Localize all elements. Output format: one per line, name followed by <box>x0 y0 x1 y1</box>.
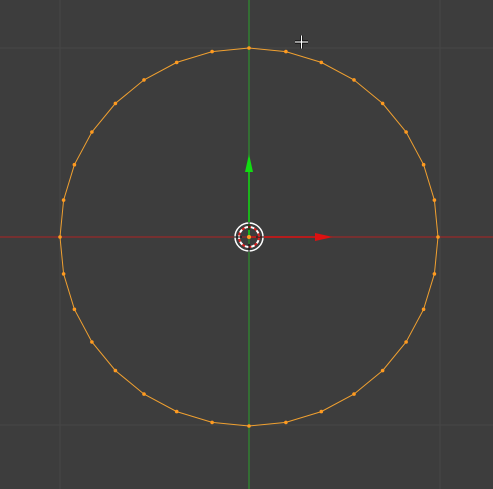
crosshair-cursor-icon <box>295 35 308 49</box>
translate-manipulator[interactable] <box>245 154 333 241</box>
mesh-vertex[interactable] <box>352 78 356 82</box>
mesh-vertex[interactable] <box>284 420 288 425</box>
viewport-canvas[interactable] <box>0 0 493 489</box>
mesh-vertex[interactable] <box>142 78 146 82</box>
mesh-vertex[interactable] <box>113 101 118 106</box>
mesh-vertex[interactable] <box>380 101 385 106</box>
y-handle-arrow-icon[interactable] <box>245 154 253 172</box>
mesh-vertex[interactable] <box>421 162 426 167</box>
mesh-vertex[interactable] <box>421 307 426 312</box>
mesh-vertex[interactable] <box>113 368 118 373</box>
mesh-vertex[interactable] <box>247 46 251 50</box>
mesh-vertex[interactable] <box>352 392 356 396</box>
mesh-vertex[interactable] <box>174 409 179 414</box>
mesh-vertex[interactable] <box>284 49 288 54</box>
mesh-vertex[interactable] <box>90 130 94 134</box>
mesh-vertex[interactable] <box>174 60 179 65</box>
mesh-vertex[interactable] <box>247 424 251 428</box>
mesh-vertex[interactable] <box>61 198 66 202</box>
3d-cursor-icon <box>234 222 264 252</box>
mesh-vertex[interactable] <box>380 368 385 373</box>
mesh-vertex[interactable] <box>404 130 408 134</box>
mesh-vertex[interactable] <box>432 272 437 276</box>
mesh-vertex[interactable] <box>142 392 146 396</box>
mesh-vertex[interactable] <box>72 162 77 167</box>
3d-viewport[interactable] <box>0 0 493 489</box>
mesh-vertex[interactable] <box>61 272 66 276</box>
mesh-vertex[interactable] <box>436 235 440 239</box>
mesh-vertex[interactable] <box>72 307 77 312</box>
mesh-vertex[interactable] <box>404 340 408 344</box>
mesh-vertex[interactable] <box>319 409 324 414</box>
mesh-vertex[interactable] <box>319 60 324 65</box>
mesh-vertex[interactable] <box>210 49 214 54</box>
background-grid <box>0 0 493 489</box>
x-handle-arrow-icon[interactable] <box>315 233 333 241</box>
mesh-vertex[interactable] <box>58 235 62 239</box>
mesh-vertex[interactable] <box>90 340 94 344</box>
mesh-vertex[interactable] <box>210 420 214 425</box>
mesh-vertex[interactable] <box>432 198 437 202</box>
